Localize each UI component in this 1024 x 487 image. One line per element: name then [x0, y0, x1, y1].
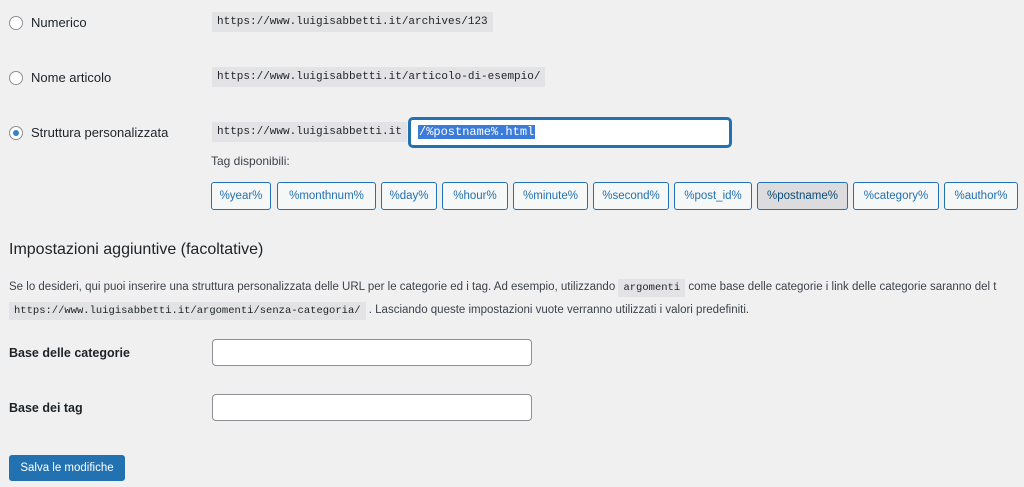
save-changes-button[interactable]: Salva le modifiche	[9, 455, 125, 481]
radio-label-numeric[interactable]: Numerico	[31, 15, 87, 30]
tag-button-minute[interactable]: %minute%	[513, 182, 588, 210]
description-text-1: Se lo desideri, qui puoi inserire una st…	[9, 281, 616, 293]
tag-button-second[interactable]: %second%	[593, 182, 669, 210]
tag-button-year[interactable]: %year%	[211, 182, 271, 210]
tag-base-input[interactable]	[212, 394, 532, 421]
tag-button-author[interactable]: %author%	[944, 182, 1018, 210]
description-code-example: argomenti	[618, 279, 686, 297]
description-text-3: . Lasciando queste impostazioni vuote ve…	[368, 304, 750, 316]
available-tags-label: Tag disponibili:	[211, 154, 290, 168]
category-base-input[interactable]	[212, 339, 532, 366]
tag-base-label: Base dei tag	[9, 401, 83, 415]
optional-settings-description: Se lo desideri, qui puoi inserire una st…	[9, 276, 1024, 322]
radio-label-post-name[interactable]: Nome articolo	[31, 70, 111, 85]
custom-structure-input[interactable]: /%postname%.html	[409, 118, 731, 147]
category-base-label: Base delle categorie	[9, 346, 130, 360]
tag-button-category[interactable]: %category%	[853, 182, 939, 210]
tag-button-monthnum[interactable]: %monthnum%	[277, 182, 376, 210]
radio-label-custom[interactable]: Struttura personalizzata	[31, 125, 168, 140]
example-url-post-name: https://www.luigisabbetti.it/articolo-di…	[212, 67, 546, 87]
custom-base-url: https://www.luigisabbetti.it	[212, 122, 407, 142]
optional-settings-heading: Impostazioni aggiuntive (facoltative)	[9, 241, 264, 258]
tag-button-hour[interactable]: %hour%	[442, 182, 508, 210]
custom-structure-value: /%postname%.html	[418, 125, 536, 139]
example-url-numeric: https://www.luigisabbetti.it/archives/12…	[212, 12, 493, 32]
tag-button-post-id[interactable]: %post_id%	[674, 182, 752, 210]
tag-button-day[interactable]: %day%	[381, 182, 437, 210]
radio-post-name[interactable]	[9, 71, 23, 85]
tag-button-postname[interactable]: %postname%	[757, 182, 848, 210]
description-text-2: come base delle categorie i link delle c…	[688, 281, 997, 293]
radio-custom[interactable]	[9, 126, 23, 140]
description-code-url: https://www.luigisabbetti.it/argomenti/s…	[9, 302, 366, 320]
radio-numeric[interactable]	[9, 16, 23, 30]
